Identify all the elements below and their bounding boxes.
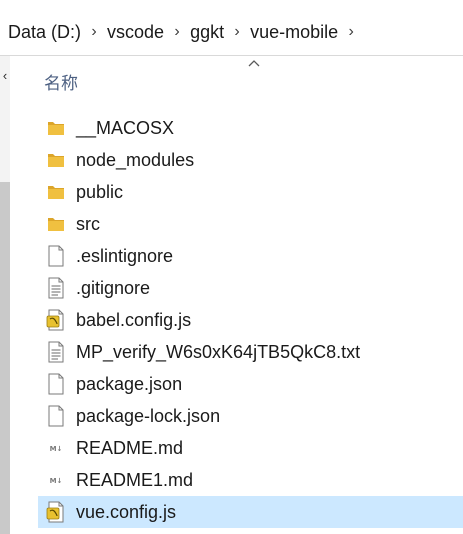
markdown-file-icon: M↓ bbox=[46, 437, 66, 459]
file-name: .gitignore bbox=[76, 278, 151, 298]
text-file-icon bbox=[46, 277, 66, 299]
file-list-item[interactable]: M↓ README1.md bbox=[38, 464, 463, 496]
chevron-right-icon[interactable]: › bbox=[164, 20, 190, 44]
file-list-item[interactable]: src bbox=[38, 208, 463, 240]
svg-text:M↓: M↓ bbox=[50, 445, 63, 453]
file-name: src bbox=[76, 214, 100, 234]
file-name: .eslintignore bbox=[76, 246, 174, 266]
breadcrumb: Data (D:) › vscode › ggkt › vue-mobile › bbox=[8, 20, 364, 44]
folder-icon bbox=[46, 149, 66, 171]
file-list-item[interactable]: .gitignore bbox=[38, 272, 463, 304]
file-list-item[interactable]: public bbox=[38, 176, 463, 208]
file-name: package.json bbox=[76, 374, 183, 394]
file-list-item[interactable]: __MACOSX bbox=[38, 112, 463, 144]
file-list-item[interactable]: babel.config.js bbox=[38, 304, 463, 336]
js-file-icon bbox=[46, 309, 66, 331]
js-file-icon bbox=[46, 501, 66, 523]
file-explorer-window: Data (D:) › vscode › ggkt › vue-mobile ›… bbox=[0, 0, 463, 534]
file-name: README1.md bbox=[76, 470, 194, 490]
chevron-right-icon[interactable]: › bbox=[338, 20, 364, 44]
chevron-right-icon[interactable]: › bbox=[224, 20, 250, 44]
markdown-file-icon: M↓ bbox=[46, 469, 66, 491]
blank-file-icon bbox=[46, 373, 66, 395]
folder-icon bbox=[46, 181, 66, 203]
blank-file-icon bbox=[46, 245, 66, 267]
file-name: node_modules bbox=[76, 150, 195, 170]
svg-text:M↓: M↓ bbox=[50, 477, 63, 485]
file-list-item[interactable]: node_modules bbox=[38, 144, 463, 176]
file-list: __MACOSX node_modulespublic src .eslintigno… bbox=[38, 112, 463, 528]
file-list-item[interactable]: MP_verify_W6s0xK64jTB5QkC8.txt bbox=[38, 336, 463, 368]
file-list-item[interactable]: package-lock.json bbox=[38, 400, 463, 432]
text-file-icon bbox=[46, 341, 66, 363]
breadcrumb-item-ggkt[interactable]: ggkt bbox=[190, 20, 224, 44]
file-name: vue.config.js bbox=[76, 502, 177, 522]
chevron-left-icon[interactable]: ‹ bbox=[0, 68, 10, 84]
breadcrumb-item-drive[interactable]: Data (D:) bbox=[8, 20, 81, 44]
file-name: MP_verify_W6s0xK64jTB5QkC8.txt bbox=[76, 342, 361, 362]
file-name: README.md bbox=[76, 438, 184, 458]
folder-icon bbox=[46, 117, 66, 139]
sort-ascending-icon bbox=[248, 60, 260, 67]
file-list-item[interactable]: M↓ README.md bbox=[38, 432, 463, 464]
address-bar[interactable]: Data (D:) › vscode › ggkt › vue-mobile › bbox=[0, 0, 463, 56]
file-name: babel.config.js bbox=[76, 310, 192, 330]
navigation-pane-scrollbar[interactable]: ‹ bbox=[0, 56, 10, 534]
blank-file-icon bbox=[46, 405, 66, 427]
file-name: package-lock.json bbox=[76, 406, 221, 426]
breadcrumb-item-vue-mobile[interactable]: vue-mobile bbox=[250, 20, 338, 44]
file-name: public bbox=[76, 182, 124, 202]
file-name: __MACOSX bbox=[76, 118, 175, 138]
column-header-name[interactable]: 名称 bbox=[44, 72, 78, 96]
file-list-item[interactable]: .eslintignore bbox=[38, 240, 463, 272]
file-list-item[interactable]: vue.config.js bbox=[38, 496, 463, 528]
file-list-item[interactable]: package.json bbox=[38, 368, 463, 400]
breadcrumb-item-vscode[interactable]: vscode bbox=[107, 20, 164, 44]
folder-icon bbox=[46, 213, 66, 235]
scrollbar-thumb[interactable] bbox=[0, 182, 10, 534]
chevron-right-icon[interactable]: › bbox=[81, 20, 107, 44]
